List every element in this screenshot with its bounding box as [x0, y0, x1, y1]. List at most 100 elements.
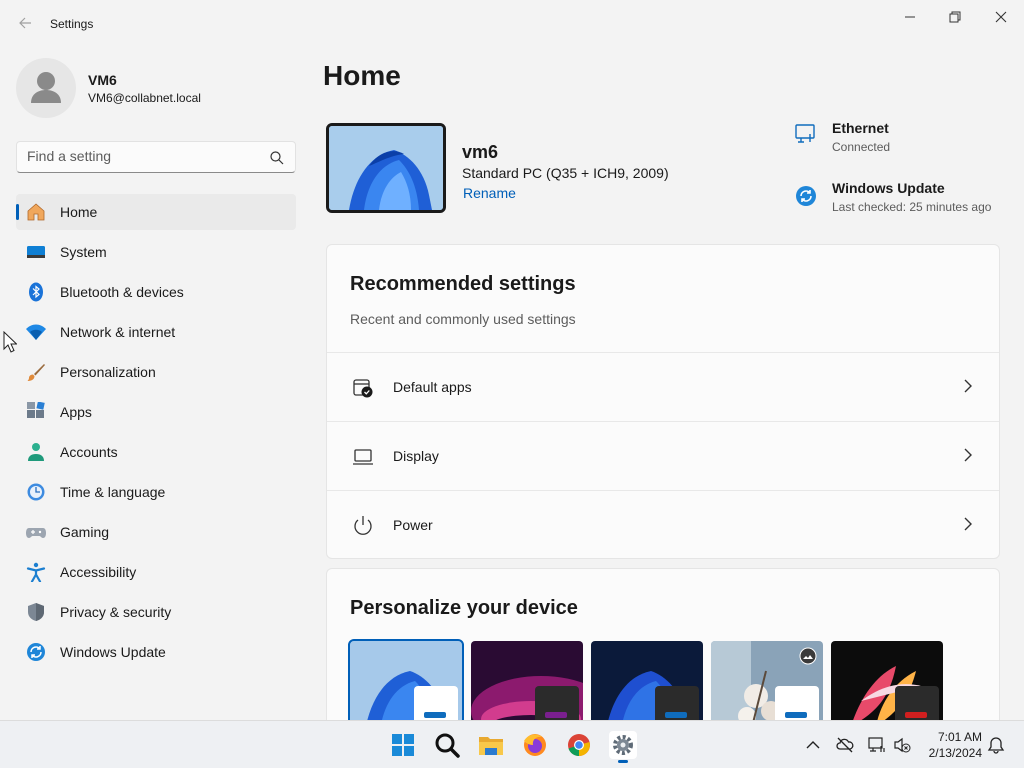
mouse-cursor-icon [3, 331, 17, 353]
rec-row-label: Default apps [393, 379, 472, 395]
sidebar-item-label: Home [60, 204, 98, 220]
update-icon [27, 643, 45, 661]
sidebar-item-label: Privacy & security [60, 604, 172, 620]
back-button[interactable] [14, 12, 36, 34]
wallpaper-theme-option[interactable] [471, 641, 583, 731]
theme-preview-badge [414, 686, 458, 724]
sidebar-item-privacy[interactable]: Privacy & security [16, 594, 296, 630]
volume-muted-icon[interactable] [893, 736, 911, 754]
file-explorer-icon[interactable] [477, 731, 505, 759]
clock-date[interactable]: 2/13/2024 [922, 746, 982, 760]
sidebar-item-label: Bluetooth & devices [60, 284, 184, 300]
gamepad-icon [26, 528, 46, 538]
sidebar-item-accessibility[interactable]: Accessibility [16, 554, 296, 590]
update-title: Windows Update [832, 180, 945, 196]
ethernet-icon [795, 124, 815, 143]
chevron-right-icon [964, 448, 972, 462]
shield-icon [28, 603, 44, 621]
running-indicator [618, 760, 628, 763]
back-arrow-icon [19, 17, 31, 29]
recommended-title: Recommended settings [350, 273, 576, 295]
notification-bell-icon[interactable] [987, 736, 1005, 754]
chevron-up-icon[interactable] [804, 736, 822, 754]
search-input[interactable] [27, 148, 257, 164]
close-icon [995, 11, 1007, 23]
wallpaper-theme-option[interactable] [831, 641, 943, 731]
device-model: Standard PC (Q35 + ICH9, 2009) [462, 165, 669, 181]
apps-icon [27, 402, 45, 418]
restore-icon [949, 11, 961, 23]
sidebar-item-label: Accessibility [60, 564, 137, 580]
sidebar-item-gaming[interactable]: Gaming [16, 514, 296, 550]
theme-preview-badge [655, 686, 699, 724]
sidebar-item-apps[interactable]: Apps [16, 394, 296, 430]
sidebar-item-personalization[interactable]: Personalization [16, 354, 296, 390]
sidebar-item-label: Gaming [60, 524, 110, 540]
firefox-icon[interactable] [521, 731, 549, 759]
search-icon[interactable] [433, 731, 461, 759]
sidebar-item-label: Accounts [60, 444, 118, 460]
recommended-row-default-apps[interactable]: Default apps [327, 352, 999, 421]
restore-button[interactable] [935, 6, 975, 28]
sidebar-item-home[interactable]: Home [16, 194, 296, 230]
recommended-row-power[interactable]: Power [327, 490, 999, 559]
device-wallpaper-thumbnail [326, 123, 446, 213]
sidebar-item-system[interactable]: System [16, 234, 296, 270]
update-icon [796, 186, 816, 206]
ethernet-status[interactable]: Ethernet Connected [794, 120, 1004, 160]
personalize-title: Personalize your device [350, 597, 578, 619]
chrome-icon[interactable] [565, 731, 593, 759]
wifi-icon [26, 324, 46, 340]
device-name: vm6 [462, 142, 499, 162]
accounts-icon [28, 443, 44, 461]
update-subtitle: Last checked: 25 minutes ago [832, 200, 992, 214]
sidebar-item-bluetooth[interactable]: Bluetooth & devices [16, 274, 296, 310]
home-icon [27, 203, 45, 221]
sidebar-item-windows-update[interactable]: Windows Update [16, 634, 296, 670]
sidebar-item-label: System [60, 244, 107, 260]
recommended-subtitle: Recent and commonly used settings [350, 311, 576, 327]
chevron-right-icon [964, 517, 972, 531]
theme-preview-badge [775, 686, 819, 724]
wallpaper-theme-option[interactable] [348, 639, 464, 733]
minimize-button[interactable] [890, 6, 930, 28]
theme-preview-badge [895, 686, 939, 724]
close-button[interactable] [981, 6, 1021, 28]
rec-row-label: Display [393, 448, 439, 464]
recommended-row-display[interactable]: Display [327, 421, 999, 490]
recommended-settings-card: Recommended settings Recent and commonly… [326, 244, 1000, 559]
chevron-right-icon [964, 379, 972, 393]
network-icon[interactable] [868, 736, 886, 754]
title-bar: Settings [0, 0, 1024, 48]
time-language-icon [27, 483, 45, 501]
sidebar-item-label: Personalization [60, 364, 156, 380]
windows-start-icon[interactable] [389, 731, 417, 759]
user-avatar-icon [31, 72, 61, 103]
bluetooth-icon [29, 282, 43, 302]
sidebar-item-network[interactable]: Network & internet [16, 314, 296, 350]
power-icon [354, 516, 372, 535]
wallpaper-theme-option[interactable] [591, 641, 703, 731]
brush-icon [27, 364, 45, 381]
app-title: Settings [50, 17, 94, 31]
rename-link[interactable]: Rename [463, 185, 516, 201]
windows-update-status[interactable]: Windows Update Last checked: 25 minutes … [794, 180, 1004, 220]
sidebar-item-accounts[interactable]: Accounts [16, 434, 296, 470]
sidebar-item-label: Network & internet [60, 324, 176, 340]
wallpaper-theme-option[interactable] [711, 641, 823, 731]
spotlight-icon [799, 647, 817, 665]
minimize-icon [905, 16, 915, 18]
default-apps-icon [353, 379, 373, 398]
laptop-icon [353, 449, 373, 465]
taskbar: 7:01 AM 2/13/2024 [0, 720, 1024, 768]
settings-taskbar-button[interactable] [609, 731, 637, 763]
clock-time[interactable]: 7:01 AM [930, 730, 982, 744]
avatar[interactable] [16, 58, 76, 118]
bloom-wallpaper-image [329, 126, 443, 210]
sidebar-item-time-language[interactable]: Time & language [16, 474, 296, 510]
search-icon[interactable] [269, 150, 285, 166]
onedrive-offline-icon[interactable] [836, 736, 854, 754]
search-box[interactable] [16, 141, 296, 173]
system-icon [27, 246, 45, 258]
gear-icon [613, 735, 633, 755]
